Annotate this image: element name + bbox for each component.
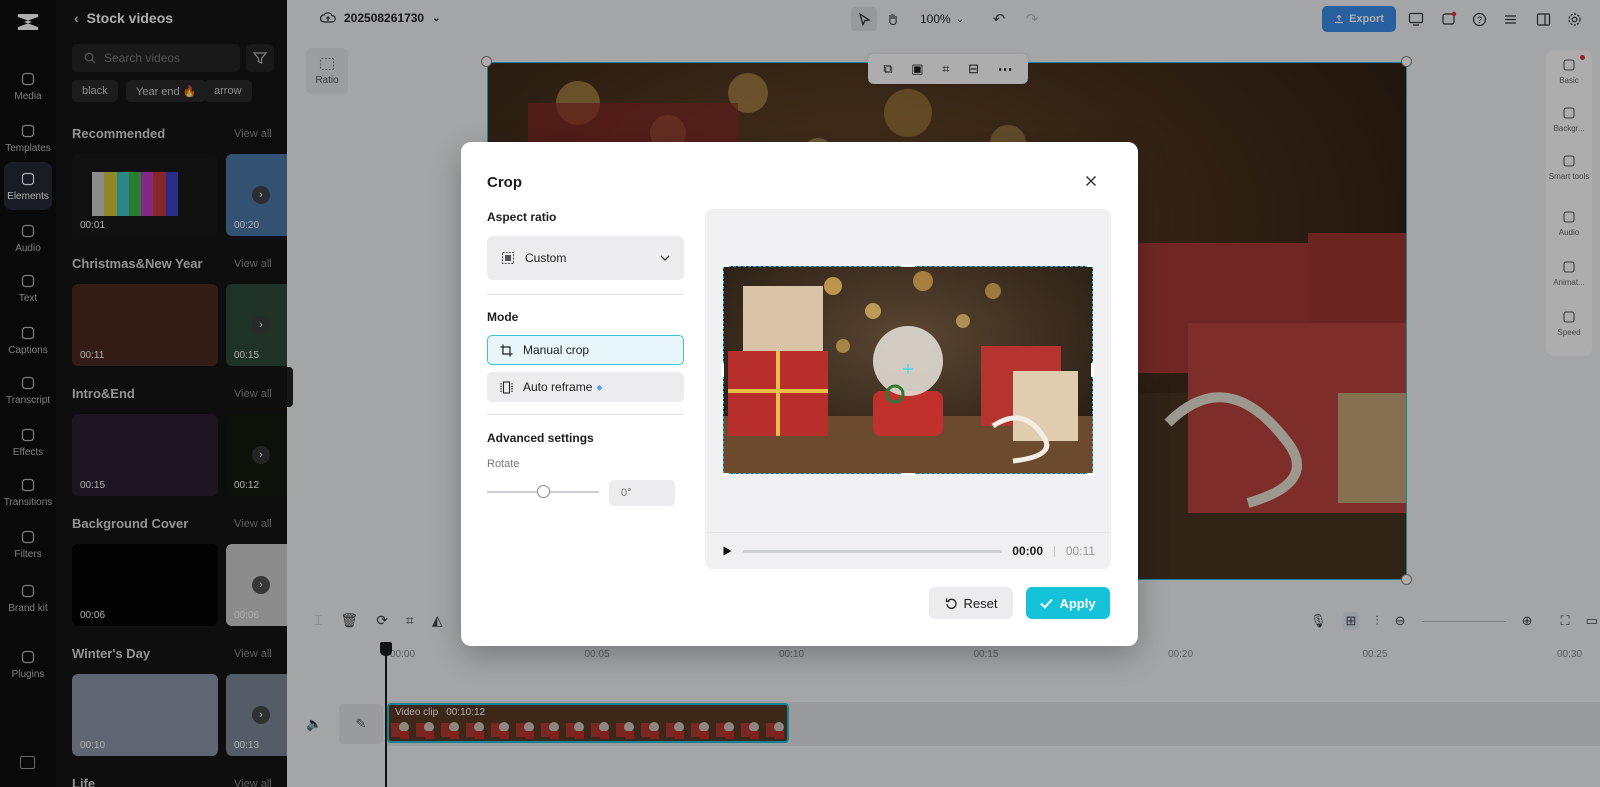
crop-handle-bottom[interactable] [901, 473, 915, 476]
crop-corner-bl[interactable] [721, 473, 729, 476]
crop-preview-area [705, 209, 1111, 569]
time-separator: | [1053, 545, 1056, 557]
divider [487, 414, 684, 415]
rotate-label: Rotate [487, 458, 520, 470]
reset-icon [945, 598, 957, 609]
close-icon [1085, 175, 1097, 187]
apply-button[interactable]: Apply [1026, 587, 1110, 619]
manual-crop-label: Manual crop [523, 343, 590, 357]
rotate-value-input[interactable]: 0° [609, 480, 675, 506]
mode-label: Mode [487, 310, 519, 324]
crop-handle-top[interactable] [901, 264, 915, 267]
apply-label: Apply [1059, 595, 1096, 611]
play-icon[interactable] [721, 545, 733, 557]
custom-ratio-icon [501, 251, 515, 265]
aspect-ratio-label: Aspect ratio [487, 210, 557, 224]
rotate-slider-knob[interactable] [537, 485, 550, 498]
crop-dialog: Crop Aspect ratio Custom Mode Manual cro… [461, 142, 1138, 646]
crop-corner-tl[interactable] [721, 264, 729, 267]
advanced-settings-label: Advanced settings [487, 431, 594, 445]
premium-diamond-icon: ◆ [596, 382, 603, 392]
manual-crop-button[interactable]: Manual crop [487, 335, 684, 365]
crop-handle-right[interactable] [1091, 363, 1094, 377]
auto-reframe-button[interactable]: Auto reframe ◆ [487, 372, 684, 402]
rotate-value: 0° [621, 487, 632, 499]
crop-handle-left[interactable] [721, 363, 724, 377]
auto-reframe-icon [500, 380, 513, 394]
aspect-ratio-select[interactable]: Custom [487, 236, 684, 280]
chevron-down-icon [660, 255, 670, 261]
playback-progress[interactable] [743, 549, 1003, 553]
divider [487, 294, 684, 295]
crop-corner-br[interactable] [1087, 473, 1095, 476]
crop-frame[interactable] [723, 266, 1093, 474]
dialog-title: Crop [487, 174, 522, 191]
current-time: 00:00 [1012, 544, 1043, 558]
crop-icon [500, 344, 513, 356]
reset-button[interactable]: Reset [929, 587, 1013, 619]
auto-reframe-label: Auto reframe [523, 380, 593, 394]
total-time: 00:11 [1065, 544, 1095, 558]
playback-bar: 00:00 | 00:11 [705, 532, 1111, 569]
check-icon [1040, 598, 1054, 609]
aspect-ratio-value: Custom [525, 251, 567, 265]
reset-label: Reset [963, 595, 998, 611]
crop-corner-tr[interactable] [1087, 264, 1095, 267]
close-button[interactable] [1080, 170, 1102, 192]
